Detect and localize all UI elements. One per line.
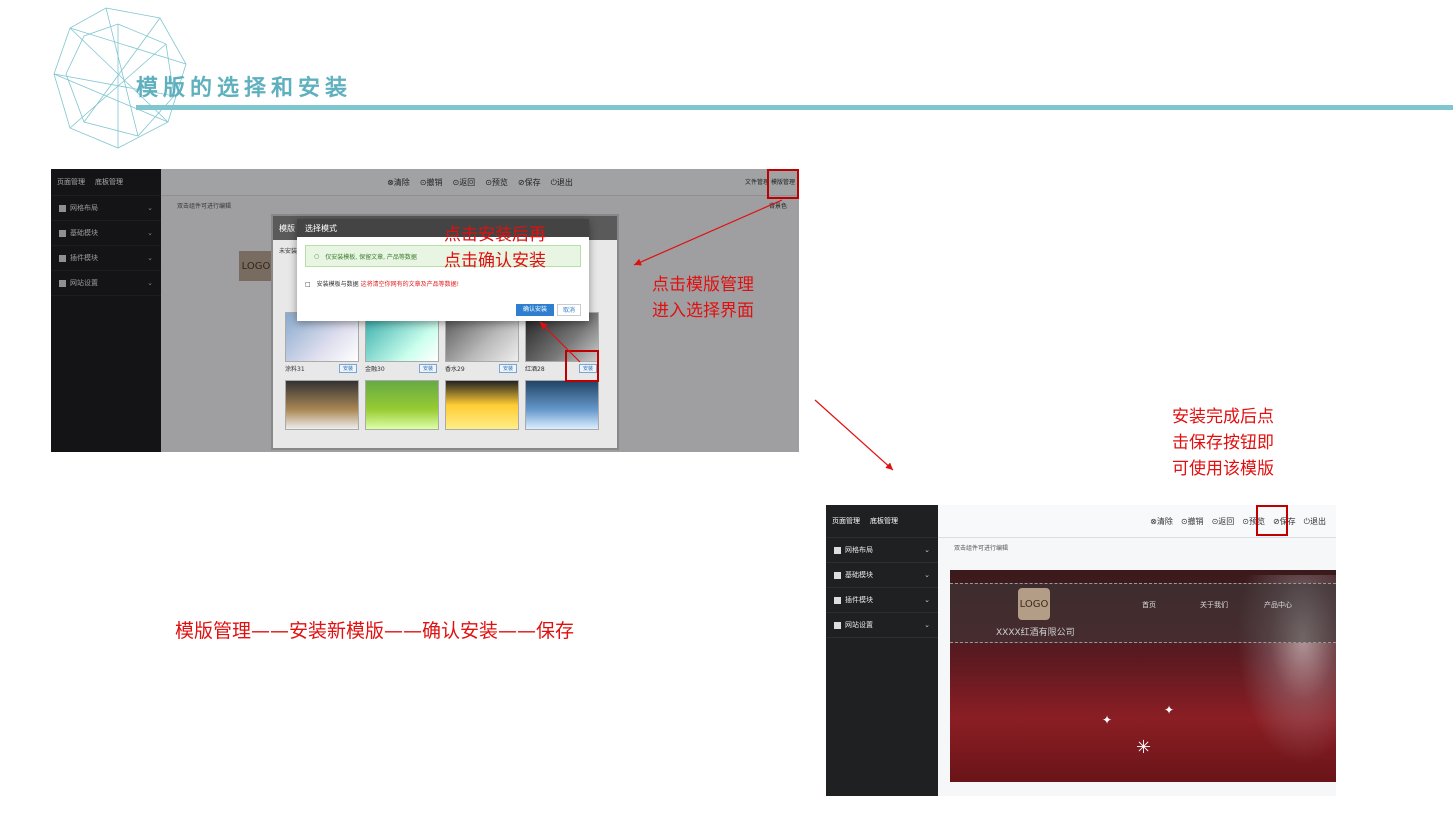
chevron-down-icon: ⌄ (924, 621, 930, 629)
undo-button[interactable]: ⊙撤销 (1181, 516, 1204, 527)
sparkle-icon: ✦ (1102, 713, 1113, 727)
tab-page-manage[interactable]: 页面管理 (832, 516, 860, 526)
sidebar-item-grid[interactable]: 网格布局 ⌄ (826, 538, 938, 563)
chevron-down-icon: ⌄ (924, 546, 930, 554)
sidebar: 页面管理 底板管理 网格布局 ⌄ 基础模块 ⌄ 插件模块 ⌄ 网站设置 ⌄ (826, 505, 938, 796)
sidebar-item-settings[interactable]: 网站设置 ⌄ (826, 613, 938, 638)
highlight-save-button (1256, 505, 1288, 536)
exit-button[interactable]: ⏻退出 (1304, 516, 1326, 527)
puzzle-icon (834, 596, 841, 604)
back-button[interactable]: ⊙返回 (1212, 516, 1235, 527)
sidebar-tabs: 页面管理 底板管理 (826, 505, 938, 538)
edit-hint: 双击组件可进行编辑 (954, 544, 1009, 552)
site-logo: LOGO (1018, 588, 1050, 620)
tab-footer-manage[interactable]: 底板管理 (870, 516, 898, 526)
sparkle-icon: ✦ (1164, 703, 1175, 717)
company-name: XXXX红酒有限公司 (996, 628, 1075, 638)
chevron-down-icon: ⌄ (924, 571, 930, 579)
process-flow-text: 模版管理——安装新模版——确认安装——保存 (175, 620, 575, 642)
clear-button[interactable]: ⊗清除 (1150, 516, 1173, 527)
screenshot-installed-template: 页面管理 底板管理 网格布局 ⌄ 基础模块 ⌄ 插件模块 ⌄ 网站设置 ⌄ ⊗清除 ⊙撤… (826, 505, 1336, 796)
grid-icon (834, 546, 841, 554)
modules-icon (834, 571, 841, 579)
sparkle-icon: ✳ (1136, 737, 1152, 758)
sidebar-item-plugins[interactable]: 插件模块 ⌄ (826, 588, 938, 613)
chevron-down-icon: ⌄ (924, 596, 930, 604)
nav-products[interactable]: 产品中心 (1264, 600, 1292, 610)
sidebar-item-basic[interactable]: 基础模块 ⌄ (826, 563, 938, 588)
nav-home[interactable]: 首页 (1142, 600, 1156, 610)
nav-about[interactable]: 关于我们 (1200, 600, 1228, 610)
gear-icon (834, 621, 841, 629)
